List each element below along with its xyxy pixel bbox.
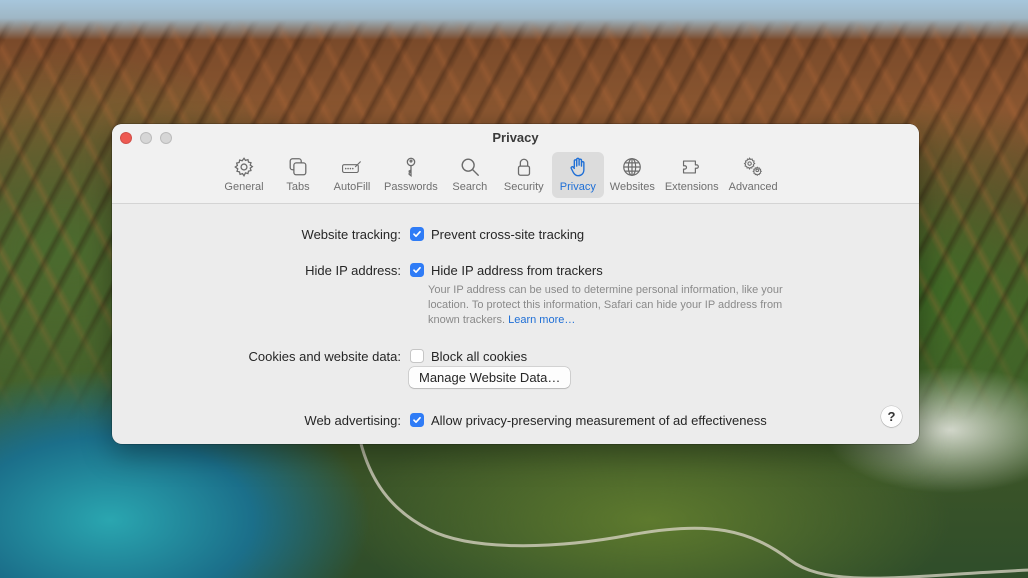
tab-label: Search bbox=[452, 181, 488, 193]
hide-ip-row: Hide IP address: Hide IP address from tr… bbox=[112, 261, 919, 279]
checkmark-icon bbox=[413, 266, 421, 274]
autofill-icon bbox=[340, 155, 364, 179]
web-advertising-row: Web advertising: Allow privacy-preservin… bbox=[112, 411, 919, 429]
lock-icon bbox=[512, 155, 536, 179]
tab-label: AutoFill bbox=[333, 181, 371, 193]
checkmark-icon bbox=[413, 230, 421, 238]
key-icon bbox=[399, 155, 423, 179]
block-all-cookies-text[interactable]: Block all cookies bbox=[431, 349, 527, 364]
cookies-row: Cookies and website data: Block all cook… bbox=[112, 347, 919, 365]
learn-more-link[interactable]: Learn more… bbox=[508, 314, 575, 326]
tab-passwords[interactable]: Passwords bbox=[380, 152, 442, 198]
hand-icon bbox=[566, 155, 590, 179]
safari-preferences-window: Privacy General Tabs AutoFill Passwords … bbox=[112, 124, 919, 444]
tab-label: Passwords bbox=[384, 181, 438, 193]
tab-label: Advanced bbox=[728, 181, 778, 193]
gears-icon bbox=[741, 155, 765, 179]
tab-search[interactable]: Search bbox=[444, 152, 496, 198]
manage-website-data-button[interactable]: Manage Website Data… bbox=[409, 367, 571, 388]
web-advertising-label: Web advertising: bbox=[304, 412, 401, 428]
privacy-pane: Website tracking: Prevent cross-site tra… bbox=[112, 204, 919, 444]
hide-ip-description: Your IP address can be used to determine… bbox=[428, 283, 808, 328]
tab-security[interactable]: Security bbox=[498, 152, 550, 198]
help-button[interactable]: ? bbox=[881, 406, 902, 427]
tabs-icon bbox=[286, 155, 310, 179]
website-tracking-row: Website tracking: Prevent cross-site tra… bbox=[112, 225, 919, 243]
gear-icon bbox=[232, 155, 256, 179]
puzzle-icon bbox=[680, 155, 704, 179]
tab-label: Websites bbox=[609, 181, 655, 193]
tab-autofill[interactable]: AutoFill bbox=[326, 152, 378, 198]
hide-ip-label: Hide IP address: bbox=[305, 262, 401, 278]
hide-ip-description-text: Your IP address can be used to determine… bbox=[428, 284, 783, 326]
tab-label: Privacy bbox=[559, 181, 596, 193]
globe-icon bbox=[620, 155, 644, 179]
hide-ip-checkbox[interactable] bbox=[410, 263, 424, 277]
tab-websites[interactable]: Websites bbox=[606, 152, 659, 198]
wallpaper-road bbox=[358, 440, 1028, 578]
tab-tabs[interactable]: Tabs bbox=[272, 152, 324, 198]
tab-general[interactable]: General bbox=[218, 152, 270, 198]
tab-label: Tabs bbox=[286, 181, 310, 193]
window-title: Privacy bbox=[492, 130, 539, 145]
tab-privacy[interactable]: Privacy bbox=[551, 152, 604, 198]
search-icon bbox=[458, 155, 482, 179]
tab-label: Security bbox=[503, 181, 544, 193]
cookies-label: Cookies and website data: bbox=[248, 348, 401, 364]
tab-label: General bbox=[224, 181, 264, 193]
hide-ip-text[interactable]: Hide IP address from trackers bbox=[431, 263, 603, 278]
preferences-toolbar: General Tabs AutoFill Passwords Search S… bbox=[218, 152, 782, 198]
ad-measurement-text[interactable]: Allow privacy-preserving measurement of … bbox=[431, 413, 767, 428]
block-all-cookies-checkbox[interactable] bbox=[410, 349, 424, 363]
tab-advanced[interactable]: Advanced bbox=[725, 152, 782, 198]
tab-label: Extensions bbox=[664, 181, 719, 193]
website-tracking-label: Website tracking: bbox=[301, 226, 401, 242]
checkmark-icon bbox=[413, 416, 421, 424]
tab-extensions[interactable]: Extensions bbox=[661, 152, 723, 198]
prevent-cross-site-tracking-text[interactable]: Prevent cross-site tracking bbox=[431, 227, 584, 242]
ad-measurement-checkbox[interactable] bbox=[410, 413, 424, 427]
prevent-cross-site-tracking-checkbox[interactable] bbox=[410, 227, 424, 241]
titlebar: Privacy General Tabs AutoFill Passwords … bbox=[112, 124, 919, 204]
